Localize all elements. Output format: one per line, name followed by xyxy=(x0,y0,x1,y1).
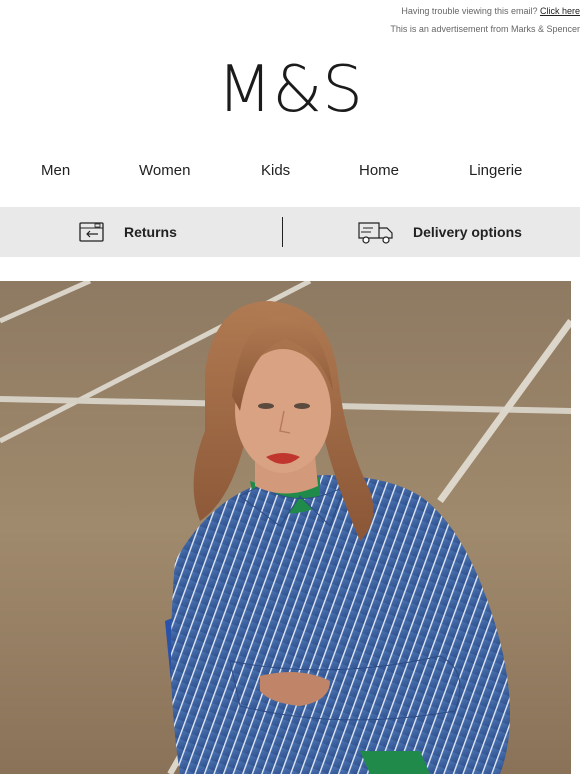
hero-image xyxy=(0,281,571,774)
nav-item-men[interactable]: Men xyxy=(41,162,70,179)
delivery-options-link[interactable]: Delivery options xyxy=(357,207,522,257)
email-page: Having trouble viewing this email? Click… xyxy=(0,0,580,774)
click-here-link[interactable]: Click here xyxy=(540,6,580,16)
trouble-viewing-text: Having trouble viewing this email? xyxy=(401,6,538,16)
nav-item-lingerie[interactable]: Lingerie xyxy=(469,162,522,179)
service-bar: Returns Delivery options xyxy=(0,207,580,257)
returns-link[interactable]: Returns xyxy=(78,207,177,257)
returns-label: Returns xyxy=(124,224,177,240)
trouble-viewing-line: Having trouble viewing this email? Click… xyxy=(401,6,580,16)
nav-item-kids[interactable]: Kids xyxy=(261,162,290,179)
service-divider xyxy=(282,217,283,247)
returns-card-icon xyxy=(79,222,104,242)
email-prelude: Having trouble viewing this email? Click… xyxy=(0,0,580,40)
category-nav: Men Women Kids Home Lingerie xyxy=(0,162,580,186)
delivery-options-label: Delivery options xyxy=(413,224,522,240)
hero-photo[interactable] xyxy=(0,281,571,774)
advertisement-notice: This is an advertisement from Marks & Sp… xyxy=(390,24,580,34)
delivery-truck-icon xyxy=(358,222,393,244)
nav-item-women[interactable]: Women xyxy=(139,162,190,179)
brand-logo[interactable]: M&S xyxy=(0,54,580,126)
nav-item-home[interactable]: Home xyxy=(359,162,399,179)
